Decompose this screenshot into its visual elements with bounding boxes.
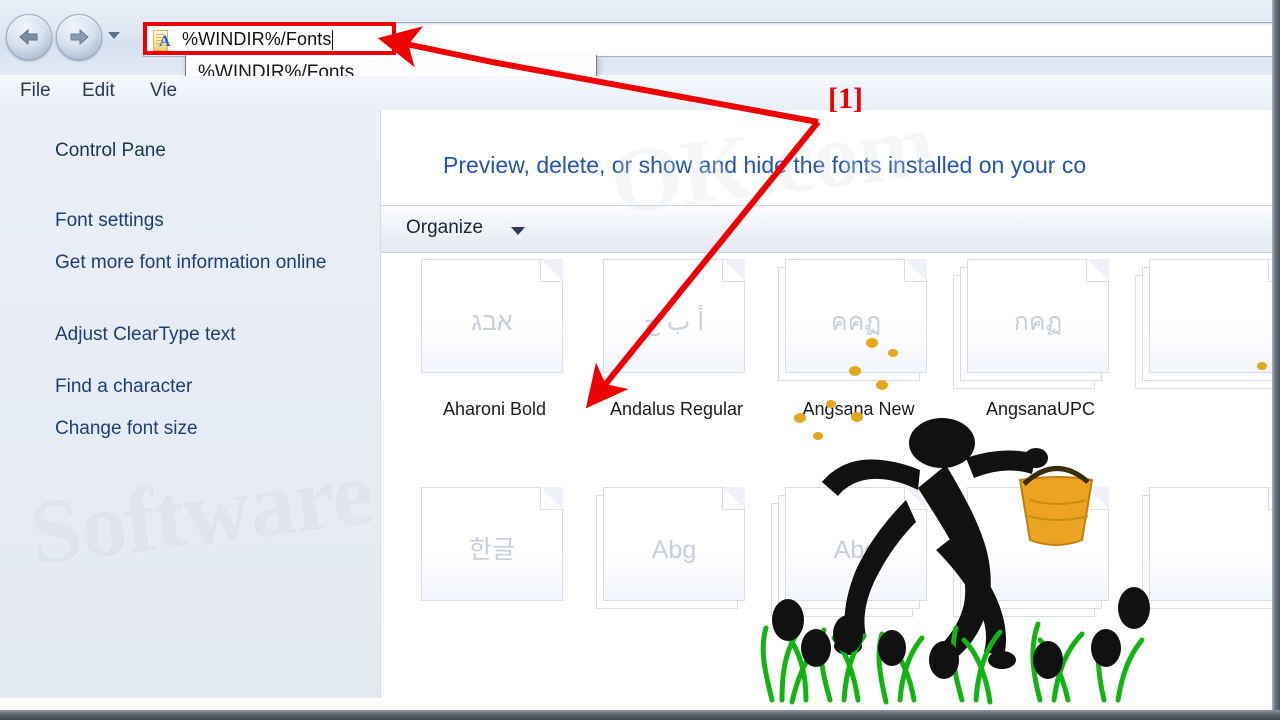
content-pane: Preview, delete, or show and hide the fo… [380, 110, 1273, 698]
navigation-buttons [4, 14, 124, 60]
font-sample-text: 한글 [468, 536, 515, 564]
font-tile[interactable] [1135, 487, 1273, 622]
font-thumbnail [1135, 487, 1273, 622]
font-tile[interactable]: 한글 [407, 487, 582, 622]
font-file-sheet: Abg [603, 487, 745, 601]
page-fold-icon [1086, 487, 1109, 510]
page-fold-icon [1086, 259, 1109, 282]
menu-item-file[interactable]: File [20, 80, 51, 102]
font-thumbnail: أ ب ج [589, 259, 757, 394]
menu-item-edit[interactable]: Edit [82, 80, 115, 102]
font-name-label: Angsana New [802, 399, 915, 419]
font-file-sheet: Abg [785, 487, 927, 601]
explorer-window: A %WINDIR%/Fonts %WINDIR%/Fonts Search f… [0, 0, 1280, 720]
chevron-down-icon[interactable] [108, 32, 120, 39]
font-tile[interactable]: Abg [589, 487, 764, 622]
font-thumbnail [1135, 259, 1273, 394]
font-file-sheet: กคฏ [967, 259, 1109, 373]
font-file-sheet: أ ب ج [603, 259, 745, 373]
chevron-down-icon[interactable] [511, 227, 525, 235]
font-file-sheet [1149, 487, 1273, 601]
page-fold-icon [904, 259, 927, 282]
address-bar[interactable]: A %WINDIR%/Fonts [143, 22, 1275, 57]
font-sample-text: Abg [651, 536, 697, 564]
font-thumbnail: คคฏ [771, 259, 939, 394]
task-pane: Control Pane Font settings Get more font… [0, 110, 380, 698]
font-tile[interactable] [1135, 259, 1273, 394]
task-link-adjust-cleartype-text[interactable]: Adjust ClearType text [55, 322, 236, 347]
task-link-change-font-size[interactable]: Change font size [55, 416, 198, 441]
page-fold-icon [540, 259, 563, 282]
font-thumbnail: Abg [589, 487, 757, 622]
window-border-bottom [0, 710, 1280, 720]
forward-button[interactable] [56, 14, 102, 60]
step-marker-1: [1] [828, 82, 863, 115]
menu-bar: File Edit Vie [0, 76, 1280, 111]
task-link-find-a-character[interactable]: Find a character [55, 374, 192, 399]
font-grid: אבג Aharoni Bold أ ب ج Andalus Regular คคฏ An… [381, 253, 1273, 698]
page-fold-icon [904, 487, 927, 510]
font-sample-text: คคฏ [830, 308, 882, 336]
font-tile[interactable]: אבג Aharoni Bold [407, 259, 582, 419]
task-link-get-more-font-information-online[interactable]: Get more font information online [55, 250, 345, 275]
task-link-font-settings[interactable]: Font settings [55, 208, 164, 233]
page-fold-icon [722, 259, 745, 282]
page-fold-icon [540, 487, 563, 510]
font-file-sheet: คคฏ [785, 259, 927, 373]
text-caret [332, 29, 334, 50]
page-title: Preview, delete, or show and hide the fo… [443, 152, 1087, 178]
font-tile[interactable]: أ ب ج Andalus Regular [589, 259, 764, 419]
back-button[interactable] [6, 14, 52, 60]
page-fold-icon [722, 487, 745, 510]
font-tile[interactable]: Abg [771, 487, 946, 622]
address-input[interactable]: %WINDIR%/Fonts [182, 29, 331, 50]
font-tile[interactable] [953, 487, 1128, 622]
font-thumbnail: 한글 [407, 487, 575, 622]
font-thumbnail: Abg [771, 487, 939, 622]
menu-item-view[interactable]: Vie [150, 80, 177, 102]
font-sample-text: กคฏ [1013, 308, 1063, 336]
font-thumbnail: אבג [407, 259, 575, 394]
fonts-folder-icon: A [150, 29, 176, 51]
font-thumbnail [953, 487, 1121, 622]
font-name-label: Aharoni Bold [442, 399, 547, 419]
font-sample-text: Abg [833, 536, 879, 564]
font-name-label: AngsanaUPC [985, 399, 1096, 419]
window-border-right [1272, 0, 1280, 720]
command-bar: Organize [381, 206, 1273, 253]
task-pane-header[interactable]: Control Pane [55, 140, 166, 162]
font-tile[interactable]: กคฏ AngsanaUPC [953, 259, 1128, 419]
font-name-label: Andalus Regular [609, 399, 744, 419]
organize-button[interactable]: Organize [406, 217, 483, 239]
font-file-sheet [967, 487, 1109, 601]
font-thumbnail: กคฏ [953, 259, 1121, 394]
font-file-sheet: אבג [421, 259, 563, 373]
font-file-sheet: 한글 [421, 487, 563, 601]
font-sample-text: أ ب ج [643, 308, 705, 336]
font-file-sheet [1149, 259, 1273, 373]
font-sample-text: אבג [471, 308, 513, 336]
font-tile[interactable]: คคฏ Angsana New [771, 259, 946, 419]
